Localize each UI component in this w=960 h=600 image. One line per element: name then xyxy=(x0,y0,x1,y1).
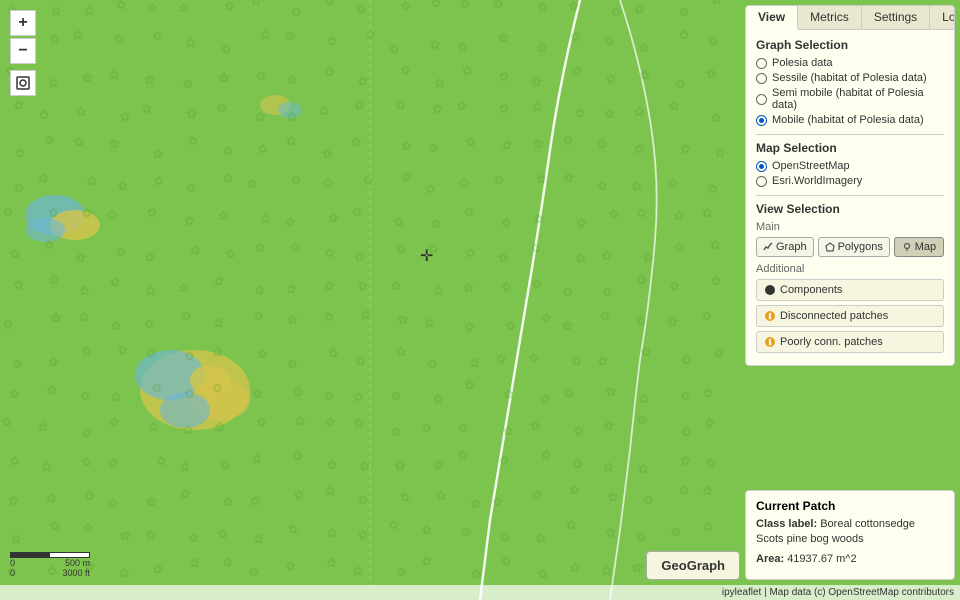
map-crosshair: ✛ xyxy=(420,246,433,266)
radio-sessile[interactable]: Sessile (habitat of Polesia data) xyxy=(756,72,944,84)
attribution-text: ipyleaflet | Map data (c) OpenStreetMap … xyxy=(722,587,954,598)
class-label-prefix: Class label: xyxy=(756,518,817,530)
area-prefix: Area: xyxy=(756,553,784,565)
poorly-connected-icon: ℹ xyxy=(765,337,775,347)
graph-btn-label: Graph xyxy=(776,241,807,253)
radio-osm-dot xyxy=(759,164,764,169)
current-patch-area: Area: 41937.67 m^2 xyxy=(756,552,944,567)
current-patch-title: Current Patch xyxy=(756,499,944,513)
graph-selection-title: Graph Selection xyxy=(756,38,944,52)
radio-esri-circle xyxy=(756,176,767,187)
graph-view-button[interactable]: Graph xyxy=(756,237,814,257)
radio-osm[interactable]: OpenStreetMap xyxy=(756,160,944,172)
scale-bottom-label: 3000 ft xyxy=(62,568,90,578)
radio-mobile-dot xyxy=(759,118,764,123)
radio-osm-label: OpenStreetMap xyxy=(772,160,850,172)
radio-mobile-label: Mobile (habitat of Polesia data) xyxy=(772,114,924,126)
poorly-connected-button[interactable]: ℹ Poorly conn. patches xyxy=(756,331,944,353)
map-container[interactable]: /* rendered via JS below */ ✛ + − xyxy=(0,0,960,600)
radio-polesia[interactable]: Polesia data xyxy=(756,57,944,69)
panel-content: Graph Selection Polesia data Sessile (ha… xyxy=(746,30,954,365)
map-selection-group: OpenStreetMap Esri.WorldImagery xyxy=(756,160,944,187)
locate-button[interactable] xyxy=(10,70,36,96)
tab-bar: View Metrics Settings Log xyxy=(746,6,954,30)
geograph-button[interactable]: GeoGraph xyxy=(646,551,740,580)
view-selection-title: View Selection xyxy=(756,202,944,216)
scale-top-label: 500 m xyxy=(65,558,90,568)
current-patch-class: Class label: Boreal cottonsedge Scots pi… xyxy=(756,517,944,548)
radio-esri[interactable]: Esri.WorldImagery xyxy=(756,175,944,187)
components-label: Components xyxy=(780,284,842,296)
additional-label: Additional xyxy=(756,263,944,275)
area-value: 41937.67 m^2 xyxy=(787,553,856,565)
polygons-btn-label: Polygons xyxy=(838,241,883,253)
divider-2 xyxy=(756,195,944,196)
radio-semi-mobile[interactable]: Semi mobile (habitat of Polesia data) xyxy=(756,87,944,111)
graph-icon xyxy=(763,242,773,252)
attribution: ipyleaflet | Map data (c) OpenStreetMap … xyxy=(0,585,960,600)
current-patch-panel: Current Patch Class label: Boreal cotton… xyxy=(745,490,955,580)
radio-polesia-label: Polesia data xyxy=(772,57,833,69)
radio-mobile[interactable]: Mobile (habitat of Polesia data) xyxy=(756,114,944,126)
poorly-connected-label: Poorly conn. patches xyxy=(780,336,883,348)
divider-1 xyxy=(756,134,944,135)
radio-mobile-circle xyxy=(756,115,767,126)
main-label: Main xyxy=(756,221,944,233)
radio-semi-mobile-circle xyxy=(756,94,767,105)
tab-view[interactable]: View xyxy=(746,6,798,30)
map-controls: + − xyxy=(10,10,36,96)
disconnected-patches-button[interactable]: ℹ Disconnected patches xyxy=(756,305,944,327)
radio-osm-circle xyxy=(756,161,767,172)
graph-selection-group: Polesia data Sessile (habitat of Polesia… xyxy=(756,57,944,126)
disconnected-icon: ℹ xyxy=(765,311,775,321)
tab-settings[interactable]: Settings xyxy=(862,6,930,29)
components-icon xyxy=(765,285,775,295)
zoom-in-button[interactable]: + xyxy=(10,10,36,36)
map-icon xyxy=(902,242,912,252)
right-panel: View Metrics Settings Log Graph Selectio… xyxy=(745,5,955,366)
disconnected-patches-label: Disconnected patches xyxy=(780,310,888,322)
map-selection-title: Map Selection xyxy=(756,141,944,155)
scale-bar: 0 500 m 0 3000 ft xyxy=(10,552,90,578)
map-btn-label: Map xyxy=(915,241,936,253)
polygon-icon xyxy=(825,242,835,252)
polygons-view-button[interactable]: Polygons xyxy=(818,237,890,257)
map-view-button[interactable]: Map xyxy=(894,237,944,257)
radio-semi-mobile-label: Semi mobile (habitat of Polesia data) xyxy=(772,87,944,111)
tab-metrics[interactable]: Metrics xyxy=(798,6,862,29)
view-buttons: Graph Polygons Map xyxy=(756,237,944,257)
tab-log[interactable]: Log xyxy=(930,6,955,29)
radio-polesia-circle xyxy=(756,58,767,69)
zoom-out-button[interactable]: − xyxy=(10,38,36,64)
radio-sessile-circle xyxy=(756,73,767,84)
components-button[interactable]: Components xyxy=(756,279,944,301)
radio-esri-label: Esri.WorldImagery xyxy=(772,175,862,187)
radio-sessile-label: Sessile (habitat of Polesia data) xyxy=(772,72,927,84)
